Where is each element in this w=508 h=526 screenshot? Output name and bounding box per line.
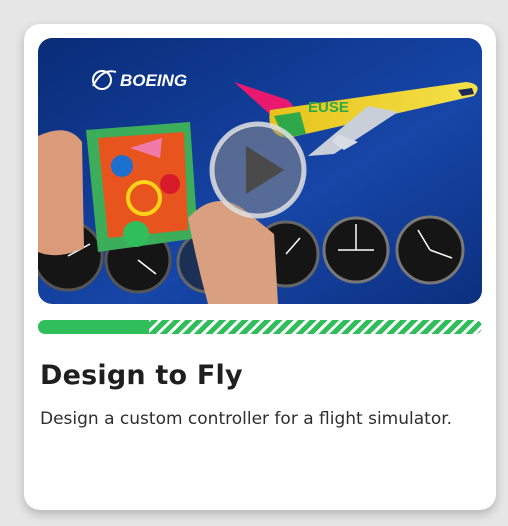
- left-hand: [38, 130, 84, 256]
- progress-bar-fill: [38, 320, 149, 334]
- progress-bar: [38, 320, 482, 334]
- card-description: Design a custom controller for a flight …: [40, 409, 453, 429]
- boeing-logo-text: BOEING: [120, 71, 187, 90]
- card-title[interactable]: Design to Fly: [40, 360, 243, 391]
- play-button[interactable]: [209, 121, 307, 219]
- activity-card[interactable]: BOEING EUSE Design to Fly Design a custo…: [24, 24, 496, 510]
- video-frame: BOEING EUSE: [38, 38, 482, 304]
- controller-model: [86, 122, 198, 252]
- video-thumbnail[interactable]: BOEING EUSE: [38, 38, 482, 304]
- tail-text: EUSE: [308, 99, 349, 116]
